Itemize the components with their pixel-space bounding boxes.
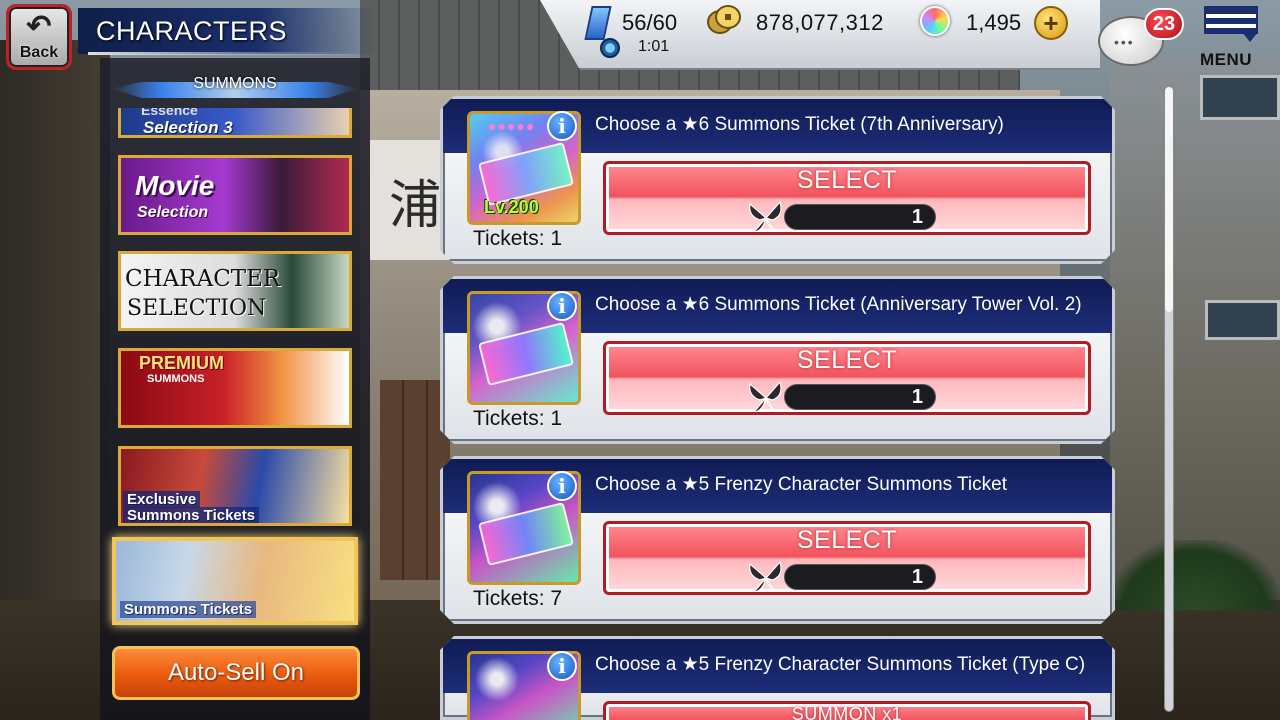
background-door [380, 380, 450, 580]
stamina-value: 56/60 [622, 10, 678, 35]
info-icon[interactable]: i [547, 471, 577, 501]
background-grass [1110, 540, 1280, 610]
back-button[interactable]: ↶ Back [6, 4, 72, 70]
butterfly-icon [746, 198, 786, 235]
banner-line2: SELECTION [127, 296, 267, 321]
select-button[interactable]: SELECT 1 [603, 341, 1091, 415]
auto-sell-button[interactable]: Auto-Sell On [112, 646, 360, 700]
quantity-bar: 1 [784, 204, 936, 230]
banner-premium-summons[interactable]: PREMIUM SUMMONS [118, 348, 352, 428]
background-window [1205, 300, 1280, 340]
card-title: Choose a ★6 Summons Ticket (Anniversary … [595, 294, 1082, 315]
summon-button[interactable]: SUMMON x1 [603, 701, 1091, 720]
banner-line2: Selection [137, 204, 209, 221]
page-title: CHARACTERS [96, 16, 288, 46]
info-icon[interactable]: i [547, 651, 577, 681]
star-pips: ●●●●● [488, 118, 536, 134]
select-label: SELECT [796, 346, 898, 374]
back-label: Back [19, 44, 59, 61]
banner-line1: CHARACTER [125, 266, 281, 292]
coin-value: 878,077,312 [756, 10, 884, 35]
banner-line1: Movie [135, 170, 215, 201]
title-underline [88, 52, 358, 55]
quantity-value: 1 [911, 206, 923, 228]
banner-character-selection[interactable]: CHARACTER SELECTION [118, 251, 352, 331]
buy-orbs-button[interactable]: + [1034, 6, 1068, 40]
back-arrow-icon: ↶ [26, 10, 52, 43]
coin-icon [707, 5, 741, 34]
tickets-count: Tickets: 1 [473, 407, 563, 430]
card-title: Choose a ★5 Frenzy Character Summons Tic… [595, 654, 1086, 675]
menu-button[interactable]: MENU [1200, 6, 1264, 69]
notification-badge: 23 [1144, 8, 1184, 40]
chat-dots-icon: ••• [1114, 34, 1135, 50]
timer-icon [600, 38, 620, 58]
butterfly-icon [746, 378, 786, 415]
tickets-count: Tickets: 1 [473, 227, 563, 250]
level-label: Lv.200 [484, 197, 539, 217]
background-window [1200, 75, 1280, 120]
banner-line1: Exclusive [123, 491, 201, 508]
menu-icon [1204, 6, 1258, 34]
ticket-card: Choose a ★5 Frenzy Character Summons Tic… [440, 636, 1115, 720]
banner-line1: Essence [141, 108, 198, 118]
ticket-card: Choose a ★5 Frenzy Character Summons Tic… [440, 456, 1115, 624]
banner-movie-selection[interactable]: Movie Selection [118, 155, 352, 235]
tickets-count: Tickets: 7 [473, 587, 563, 610]
orb-value: 1,495 [966, 10, 1022, 35]
ticket-card: Choose a ★6 Summons Ticket (Anniversary … [440, 276, 1115, 444]
card-title: Choose a ★6 Summons Ticket (7th Annivers… [595, 114, 1004, 135]
spirit-orb-icon [920, 6, 950, 36]
scrollbar-thumb[interactable] [1165, 87, 1173, 312]
banner-line2: Summons Tickets [123, 507, 260, 523]
card-title: Choose a ★5 Frenzy Character Summons Tic… [595, 474, 1007, 495]
select-label: SELECT [796, 166, 898, 194]
quantity-value: 1 [911, 566, 923, 588]
butterfly-icon [746, 558, 786, 595]
quantity-bar: 1 [784, 564, 936, 590]
sidebar-section-label: SUMMONS [193, 75, 277, 92]
summon-label: SUMMON x1 [791, 704, 903, 720]
select-button[interactable]: SELECT 1 [603, 161, 1091, 235]
banner-line2: SUMMONS [147, 373, 205, 385]
info-icon[interactable]: i [547, 291, 577, 321]
menu-label: MENU [1200, 50, 1253, 69]
scrollbar[interactable] [1164, 86, 1174, 712]
sidebar-section-header: SUMMONS [112, 72, 358, 106]
banner-essence-selection-3[interactable]: Essence Selection 3 [118, 108, 352, 138]
select-label: SELECT [796, 526, 898, 554]
banner-exclusive-summons-tickets[interactable]: Exclusive Summons Tickets [118, 446, 352, 526]
banner-line1: PREMIUM [139, 353, 224, 373]
quantity-bar: 1 [784, 384, 936, 410]
ticket-card: Choose a ★6 Summons Ticket (7th Annivers… [440, 96, 1115, 264]
quantity-value: 1 [911, 386, 923, 408]
chat-button[interactable]: ••• 23 [1098, 8, 1184, 68]
banner-line1: Summons Tickets [120, 601, 257, 618]
chevron-down-icon [1242, 32, 1258, 42]
select-button[interactable]: SELECT 1 [603, 521, 1091, 595]
banner-line2: Selection 3 [143, 118, 233, 137]
banner-summons-tickets[interactable]: Summons Tickets [112, 537, 358, 625]
plus-icon: + [1043, 8, 1059, 38]
stamina-timer: 1:01 [638, 38, 670, 55]
info-icon[interactable]: i [547, 111, 577, 141]
